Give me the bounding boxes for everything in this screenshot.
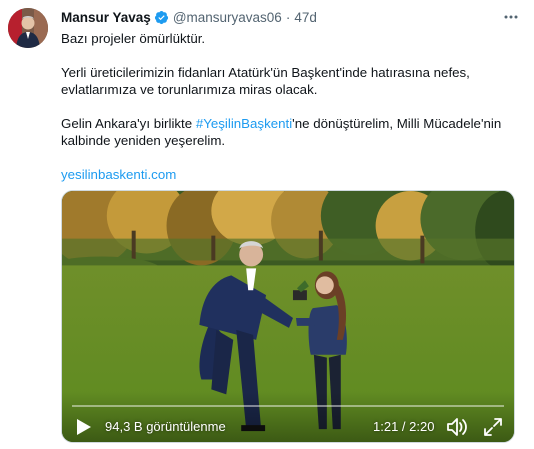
- author-handle[interactable]: @mansuryavas06: [173, 10, 282, 25]
- more-horizontal-icon[interactable]: [502, 8, 520, 26]
- avatar[interactable]: [8, 8, 48, 48]
- profile-photo-icon: [8, 8, 48, 48]
- website-link[interactable]: yesilinbaskenti.com: [61, 167, 176, 182]
- hashtag-link[interactable]: #YeşilinBaşkenti: [196, 116, 292, 131]
- tweet-text: Bazı projeler ömürlüktür. Yerli üreticil…: [61, 30, 521, 183]
- timestamp[interactable]: 47d: [294, 10, 317, 25]
- tweet-text-segment: 'ne dönüştürelim, Milli Mücadele'nin: [292, 116, 502, 131]
- tweet-header: Mansur Yavaş @mansuryavas06 · 47d: [61, 8, 504, 26]
- play-icon[interactable]: [76, 418, 92, 436]
- video-controls: 94,3 B görüntülenme 1:21 / 2:20: [62, 392, 514, 442]
- tweet-text-line: kalbinde yeniden yeşerelim.: [61, 133, 226, 148]
- fullscreen-icon[interactable]: [483, 417, 503, 437]
- separator-dot: ·: [285, 9, 291, 25]
- video-progress-bar[interactable]: [72, 405, 504, 407]
- tweet-text-segment: Gelin Ankara'yı birlikte: [61, 116, 196, 131]
- view-count: 94,3 B görüntülenme: [105, 419, 226, 434]
- tweet-text-line: Bazı projeler ömürlüktür.: [61, 31, 206, 46]
- author-name[interactable]: Mansur Yavaş: [61, 10, 151, 25]
- video-player[interactable]: 94,3 B görüntülenme 1:21 / 2:20: [61, 190, 515, 443]
- tweet-text-line: evlatlarımıza ve torunlarımıza miras ola…: [61, 82, 318, 97]
- tweet-text-line: Gelin Ankara'yı birlikte #YeşilinBaşkent…: [61, 115, 521, 132]
- tweet[interactable]: Mansur Yavaş @mansuryavas06 · 47d Bazı p…: [0, 0, 534, 449]
- verified-badge-icon: [154, 10, 169, 25]
- video-timecode: 1:21 / 2:20: [373, 419, 435, 434]
- volume-icon[interactable]: [446, 417, 468, 437]
- tweet-text-line: Yerli üreticilerimizin fidanları Atatürk…: [61, 65, 470, 80]
